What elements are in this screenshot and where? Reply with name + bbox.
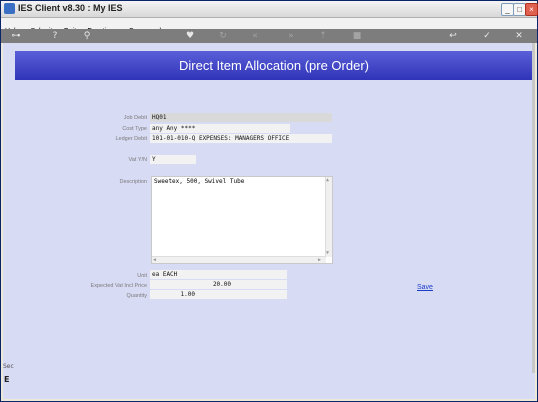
ledger-debit-field[interactable]: 101-01-010-Q EXPENSES: MANAGERS OFFICE [150, 134, 332, 143]
ok-icon[interactable]: ✓ [481, 31, 493, 41]
page-header: Direct Item Allocation (pre Order) [15, 51, 533, 80]
right-scrollbar[interactable] [532, 43, 535, 373]
forward-icon[interactable]: » [285, 31, 297, 41]
app-icon [4, 3, 15, 14]
key-icon[interactable]: ⊶ [7, 31, 25, 41]
search-icon[interactable]: ⚲ [81, 31, 93, 41]
unit-field[interactable]: ea EACH [150, 270, 287, 279]
scroll-right-icon[interactable]: ▶ [318, 257, 321, 263]
title-bar: IES Client v8.30 : My IES _ □ × [1, 1, 538, 18]
rewind-icon[interactable]: « [249, 31, 261, 41]
job-debit-field[interactable]: HQ01 [150, 113, 332, 122]
side-marker-text: Sec [3, 363, 14, 370]
help-icon[interactable]: ? [49, 31, 61, 41]
refresh-icon[interactable]: ↻ [217, 31, 229, 41]
main-content: Direct Item Allocation (pre Order) Job D… [3, 43, 535, 399]
quantity-label: Quantity [126, 293, 147, 299]
side-marker-icon: Ε [4, 375, 10, 384]
vat-field[interactable]: Y [150, 155, 196, 164]
price-field[interactable]: 20.00 [150, 280, 287, 289]
app-window: IES Client v8.30 : My IES _ □ × Help Sub… [0, 0, 538, 402]
stop-icon[interactable]: ■ [351, 31, 363, 41]
description-horizontal-scrollbar[interactable]: ◀ ▶ [152, 256, 326, 263]
quantity-field[interactable]: 1.00 [150, 290, 287, 299]
menu-bar: Help Submit Quit Functions Commands [1, 18, 537, 35]
save-link[interactable]: Save [417, 284, 433, 291]
page-title: Direct Item Allocation (pre Order) [178, 58, 369, 73]
unit-label: Unit [137, 273, 147, 279]
description-text: Sweetex, 500, Swivel Tube [154, 178, 245, 185]
description-label: Description [119, 179, 147, 185]
description-textarea[interactable]: Sweetex, 500, Swivel Tube ▲ ▼ ◀ ▶ [151, 176, 333, 264]
description-vertical-scrollbar[interactable]: ▲ ▼ [325, 177, 332, 257]
close-icon[interactable]: ✕ [513, 31, 525, 41]
cost-type-field[interactable]: any Any **** [150, 124, 290, 133]
window-title: IES Client v8.30 : My IES [18, 3, 123, 13]
price-label: Expected Vat Incl Price [90, 283, 147, 289]
close-button[interactable]: × [525, 3, 538, 16]
ledger-debit-label: Ledger Debit [115, 136, 148, 142]
back-icon[interactable]: ↩ [447, 31, 459, 41]
upload-icon[interactable]: ⇡ [317, 31, 329, 41]
scroll-up-icon[interactable]: ▲ [326, 177, 329, 183]
toolbar: ⊶ ? ⚲ ♥ ↻ « » ⇡ ■ ↩ ✓ ✕ [1, 29, 537, 43]
vat-label: Vat Y/N [128, 157, 147, 163]
job-debit-label: Job Debit [123, 115, 147, 121]
scroll-left-icon[interactable]: ◀ [153, 257, 156, 263]
scroll-down-icon[interactable]: ▼ [326, 250, 329, 256]
heart-icon[interactable]: ♥ [184, 31, 196, 41]
cost-type-label: Cost Type [122, 126, 147, 132]
